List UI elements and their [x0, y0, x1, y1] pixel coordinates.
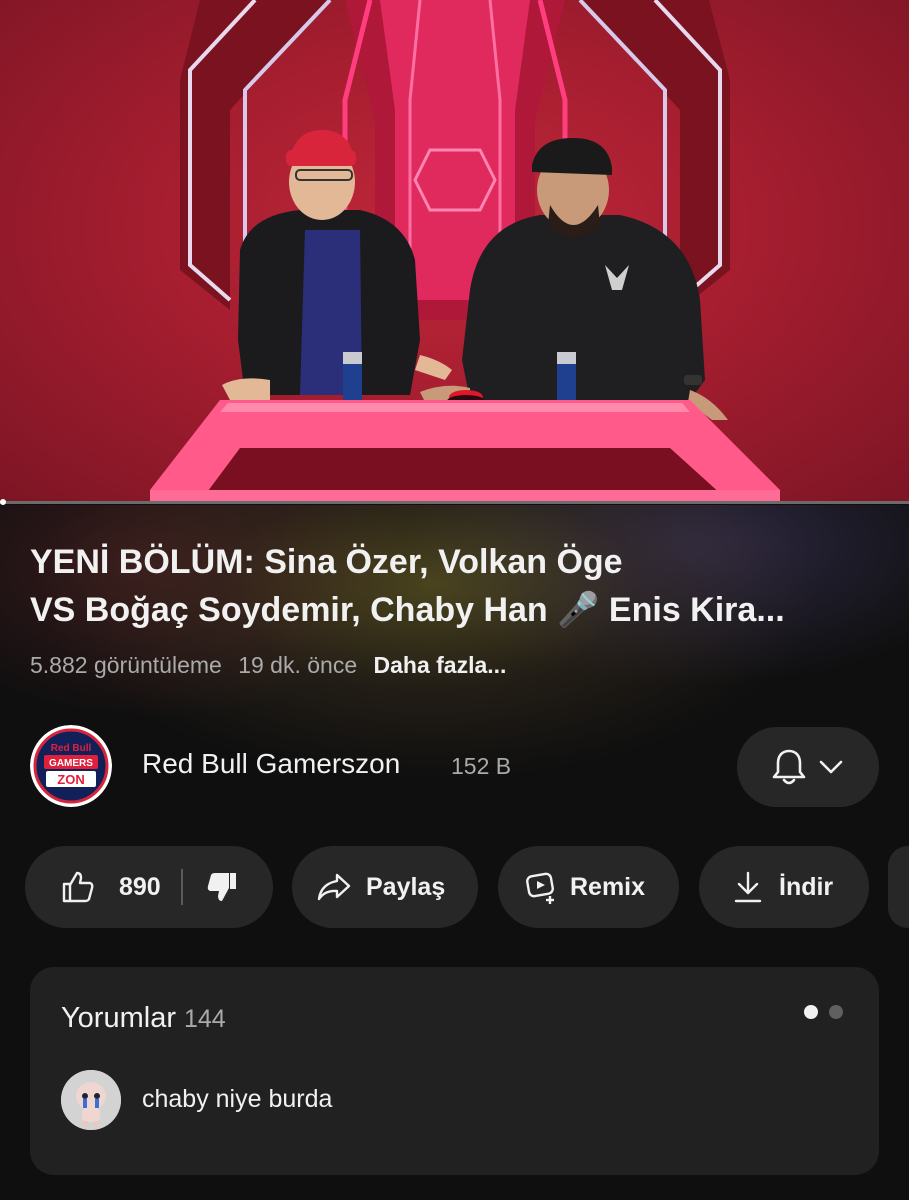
- chevron-down-icon: [819, 760, 843, 774]
- comment-text: chaby niye burda: [142, 1085, 333, 1113]
- like-dislike-group: 890: [25, 846, 273, 928]
- remix-button[interactable]: Remix: [498, 846, 679, 928]
- upload-time: 19 dk. önce: [238, 652, 358, 678]
- like-dislike-divider: [180, 869, 183, 905]
- comments-count: 144: [183, 1005, 226, 1033]
- comments-section[interactable]: Yorumlar 144 chaby niye burda: [30, 967, 879, 1175]
- share-button[interactable]: Paylaş: [292, 846, 478, 928]
- download-label: İndir: [779, 872, 834, 901]
- notification-subscribe-button[interactable]: [737, 727, 879, 807]
- channel-logo: Red Bull GAMERS ZON: [30, 725, 112, 807]
- video-title-line-1: YENİ BÖLÜM: Sina Özer, Volkan Öge: [30, 543, 623, 581]
- comments-title: Yorumlar: [61, 1002, 176, 1034]
- channel-name[interactable]: Red Bull Gamerszon: [142, 748, 400, 780]
- commenter-avatar[interactable]: [61, 1070, 121, 1130]
- video-player[interactable]: [0, 0, 909, 503]
- channel-avatar[interactable]: Red Bull GAMERS ZON: [30, 725, 112, 807]
- like-button[interactable]: 890: [25, 870, 161, 904]
- crying-character-avatar: [61, 1070, 121, 1130]
- subscriber-count: 152 B: [451, 753, 512, 779]
- share-icon: [317, 873, 351, 901]
- more-actions-chip[interactable]: [888, 846, 909, 928]
- video-metadata[interactable]: 5.882 görüntüleme 19 dk. önce Daha fazla…: [30, 652, 516, 679]
- logo-text-mid: GAMERS: [49, 758, 93, 769]
- logo-text-top: Red Bull: [51, 743, 92, 754]
- remix-icon: [526, 872, 554, 904]
- view-count: 5.882 görüntüleme: [30, 652, 222, 678]
- share-label: Paylaş: [366, 872, 446, 901]
- comments-header: Yorumlar 144: [61, 1002, 226, 1035]
- thumbs-up-icon: [62, 871, 94, 903]
- bell-icon: [772, 749, 806, 785]
- thumbs-down-icon: [207, 873, 236, 901]
- like-count: 890: [119, 872, 161, 901]
- video-frame: [150, 0, 780, 503]
- download-button[interactable]: İndir: [699, 846, 869, 928]
- video-progress-bar[interactable]: [0, 501, 909, 504]
- more-link[interactable]: Daha fazla...: [374, 652, 507, 678]
- pager-dot[interactable]: [829, 1005, 843, 1019]
- download-icon: [734, 871, 762, 903]
- dislike-button[interactable]: [205, 870, 239, 904]
- video-title[interactable]: YENİ BÖLÜM: Sina Özer, Volkan Öge VS Boğ…: [30, 538, 890, 634]
- remix-label: Remix: [570, 872, 646, 901]
- logo-text-bottom: ZON: [57, 772, 84, 787]
- pager-dot-active[interactable]: [804, 1005, 818, 1019]
- video-title-line-2: VS Boğaç Soydemir, Chaby Han 🎤 Enis Kira…: [30, 591, 785, 629]
